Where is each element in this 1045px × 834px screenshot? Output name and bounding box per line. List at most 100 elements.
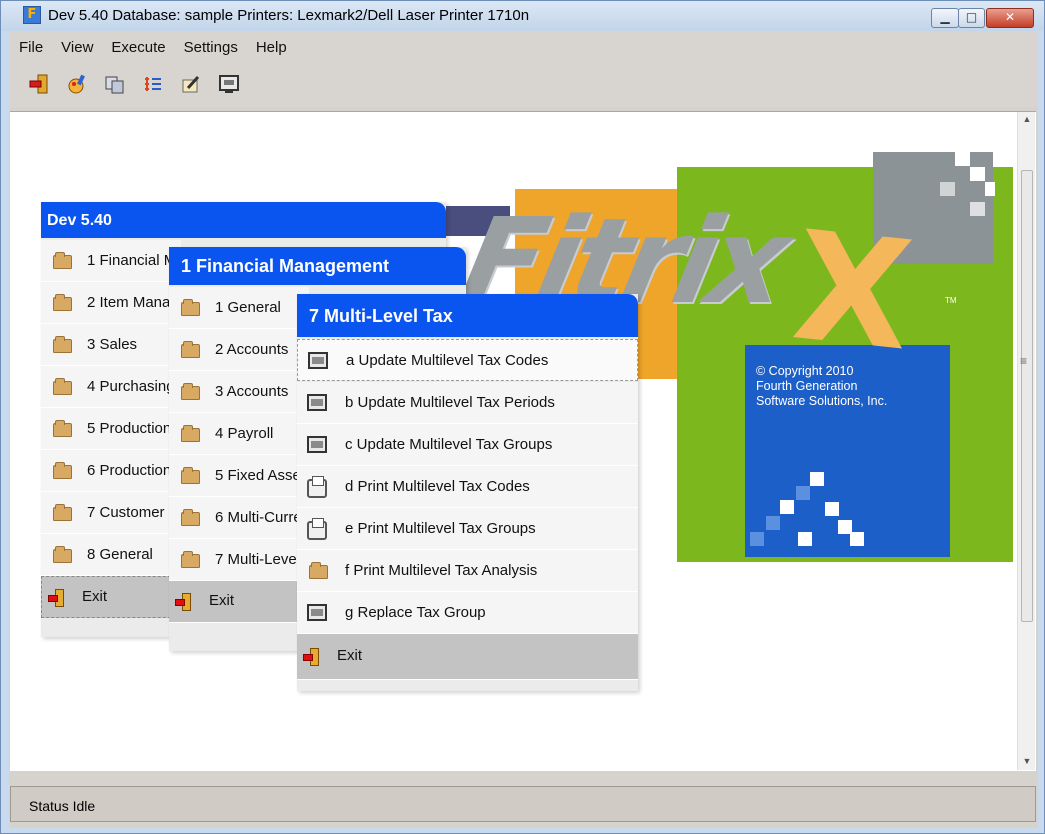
logo-pixel (796, 486, 810, 500)
menu1-item[interactable]: 7 Customer (41, 492, 181, 534)
logo-pixel (940, 182, 955, 196)
folder-icon (181, 425, 200, 442)
menu2-item[interactable]: 1 General (169, 287, 309, 329)
logo-pixel (970, 202, 985, 216)
menu2-item[interactable]: 4 Payroll (169, 413, 309, 455)
menu2-item[interactable]: 6 Multi-Currency (169, 497, 309, 539)
scroll-down-icon[interactable]: ▼ (1021, 756, 1033, 766)
copyright-line: Software Solutions, Inc. (756, 394, 888, 408)
menu1-item[interactable]: 3 Sales (41, 324, 181, 366)
terminal-icon[interactable] (219, 74, 239, 94)
folder-icon (181, 551, 200, 568)
menu3-exit[interactable]: Exit (297, 634, 638, 680)
exit-icon[interactable] (29, 74, 49, 94)
multilevel-tax-menu-panel: 7 Multi-Level Tax a Update Multilevel Ta… (297, 294, 638, 691)
exit-icon (175, 593, 193, 611)
menu-bar: File View Execute Settings Help (9, 31, 1038, 63)
maximize-button[interactable]: □ (958, 8, 985, 28)
menu3-item[interactable]: c Update Multilevel Tax Groups (297, 424, 638, 466)
close-button[interactable]: ✕ (986, 8, 1034, 28)
multilevel-tax-title: 7 Multi-Level Tax (297, 294, 638, 337)
menu2-item[interactable]: 5 Fixed Assets (169, 455, 309, 497)
menu-help[interactable]: Help (247, 39, 296, 56)
logo-pixel (766, 516, 780, 530)
exit-icon (48, 589, 66, 607)
menu1-exit[interactable]: Exit (41, 576, 181, 618)
menu-settings[interactable]: Settings (175, 39, 247, 56)
app-logo-icon: F (23, 6, 41, 24)
logo-pixel (850, 532, 864, 546)
vertical-scrollbar[interactable]: ▲ ≡ ▼ (1017, 112, 1035, 770)
folder-icon (53, 546, 72, 563)
menu-view[interactable]: View (52, 39, 102, 56)
menu3-item[interactable]: d Print Multilevel Tax Codes (297, 466, 638, 508)
logo-pixel (798, 532, 812, 546)
copy-windows-icon[interactable] (105, 74, 125, 94)
copyright-text: © Copyright 2010 Fourth Generation Softw… (756, 364, 956, 409)
scroll-thumb[interactable] (1021, 170, 1033, 622)
edit-icon[interactable] (181, 74, 201, 94)
folder-icon (181, 341, 200, 358)
scroll-up-icon[interactable]: ▲ (1021, 114, 1033, 124)
app-window: F Dev 5.40 Database: sample Printers: Le… (0, 0, 1045, 834)
logo-pixel (780, 500, 794, 514)
menu1-item[interactable]: 4 Purchasing (41, 366, 181, 408)
title-bar: F Dev 5.40 Database: sample Printers: Le… (1, 1, 1044, 31)
menu2-exit[interactable]: Exit (169, 581, 309, 623)
logo-pixel (825, 502, 839, 516)
window-title: Dev 5.40 Database: sample Printers: Lexm… (48, 7, 530, 24)
menu2-item[interactable]: 7 Multi-Level Tax (169, 539, 309, 581)
logo-pixel (985, 182, 995, 196)
menu1-item[interactable]: 8 General (41, 534, 181, 576)
menu2-item[interactable]: 3 Accounts (169, 371, 309, 413)
scroll-grip-icon: ≡ (1020, 354, 1028, 368)
main-canvas: Fitrix X TM © Copyright 2010 Fourth Gene… (10, 111, 1036, 771)
menu-execute[interactable]: Execute (102, 39, 174, 56)
logo-pixel (750, 532, 764, 546)
folder-icon (309, 562, 328, 579)
status-text: Status Idle (29, 798, 96, 814)
exit-icon (303, 648, 321, 666)
folder-icon (53, 252, 72, 269)
logo-x-mark: X (786, 199, 920, 385)
logo-pixel (970, 167, 985, 181)
screen-icon (307, 604, 327, 621)
menu1-item[interactable]: 5 Production (41, 408, 181, 450)
copyright-line: Fourth Generation (756, 379, 858, 393)
client-area: File View Execute Settings Help Fitrix X… (9, 31, 1038, 828)
paint-icon[interactable] (67, 74, 87, 94)
menu3-item[interactable]: b Update Multilevel Tax Periods (297, 382, 638, 424)
status-bar: Status Idle (10, 786, 1036, 822)
menu3-item[interactable]: a Update Multilevel Tax Codes (297, 339, 638, 381)
copyright-line: © Copyright 2010 (756, 364, 854, 378)
menu1-item[interactable]: 6 Production (41, 450, 181, 492)
folder-icon (53, 378, 72, 395)
folder-icon (181, 467, 200, 484)
menu2-item[interactable]: 2 Accounts (169, 329, 309, 371)
menu3-item[interactable]: e Print Multilevel Tax Groups (297, 508, 638, 550)
toolbar (9, 63, 1038, 107)
folder-icon (181, 299, 200, 316)
main-menu-title: Dev 5.40 (41, 202, 446, 238)
menu1-item[interactable]: 1 Financial Management (41, 240, 181, 282)
screen-icon (308, 352, 328, 369)
menu3-item[interactable]: f Print Multilevel Tax Analysis (297, 550, 638, 592)
menu3-item[interactable]: g Replace Tax Group (297, 592, 638, 634)
minimize-button[interactable]: ▁ (931, 8, 959, 28)
folder-icon (181, 509, 200, 526)
printer-icon (307, 518, 327, 540)
folder-icon (53, 420, 72, 437)
list-icon[interactable] (143, 74, 163, 94)
menu-file[interactable]: File (10, 39, 52, 56)
financial-menu-title: 1 Financial Management (169, 247, 466, 285)
printer-icon (307, 476, 327, 498)
screen-icon (307, 394, 327, 411)
screen-icon (307, 436, 327, 453)
trademark-text: TM (945, 296, 957, 305)
folder-icon (181, 383, 200, 400)
logo-pixel (955, 152, 970, 166)
folder-icon (53, 336, 72, 353)
menu1-item[interactable]: 2 Item Management (41, 282, 181, 324)
folder-icon (53, 462, 72, 479)
folder-icon (53, 294, 72, 311)
